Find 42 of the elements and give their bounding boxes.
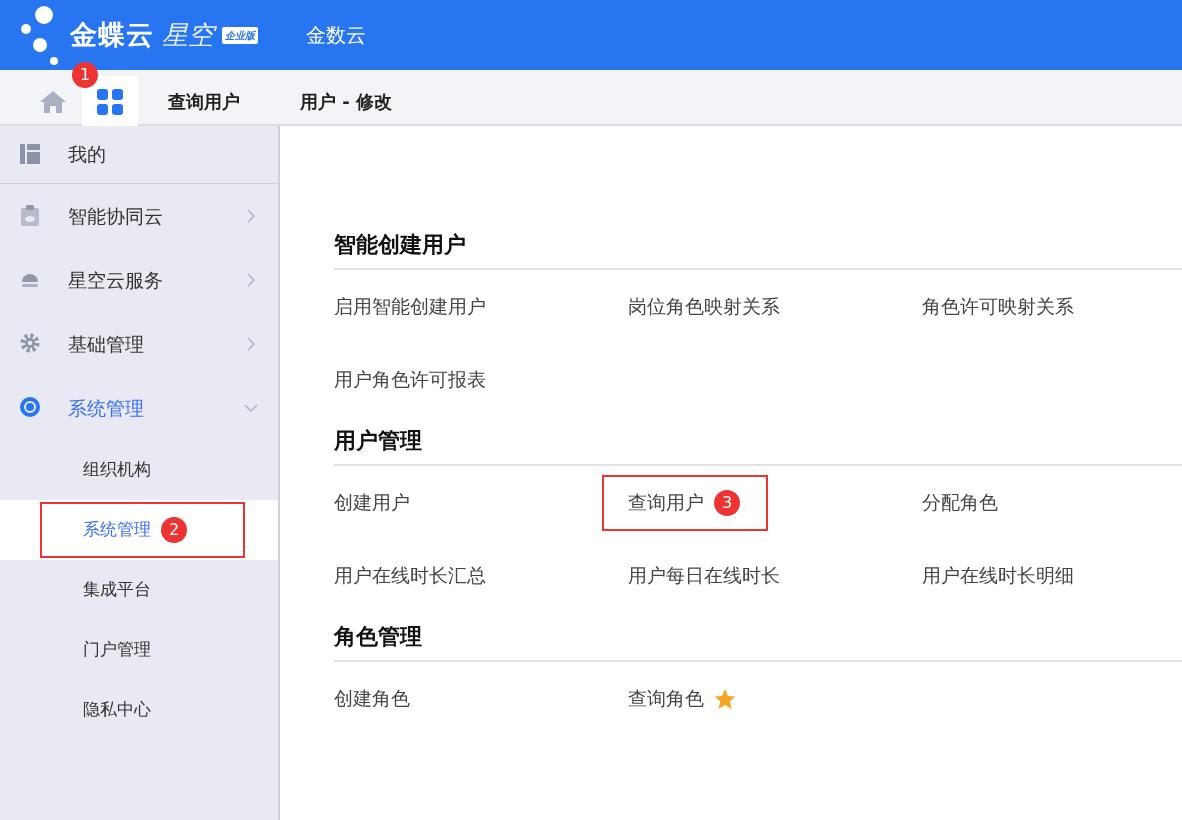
sidebar-item[interactable]: 系统管理: [0, 376, 278, 440]
page-tab[interactable]: 查询用户: [138, 76, 270, 126]
section-title: 用户管理: [334, 426, 423, 455]
app-name[interactable]: 金数云: [306, 20, 366, 50]
sidebar-item[interactable]: 智能协同云: [0, 184, 278, 248]
section-title: 智能创建用户: [334, 230, 467, 259]
gear-icon: [20, 333, 40, 355]
menu-link[interactable]: 创建用户: [334, 488, 410, 517]
menu-link[interactable]: 用户角色许可报表: [334, 365, 486, 394]
menu-link[interactable]: 用户每日在线时长: [628, 561, 780, 590]
menu-link[interactable]: 用户在线时长明细: [922, 561, 1074, 590]
callout-number-badge: 3: [714, 489, 740, 516]
sidebar-subitem[interactable]: 系统管理: [83, 517, 151, 543]
grid-icon: [97, 89, 123, 115]
section-title: 角色管理: [334, 622, 423, 651]
logo-brand-text: 金蝶云: [70, 17, 154, 52]
chevron-right-icon: [244, 273, 258, 287]
chevron-down-icon: [244, 401, 258, 415]
sidebar-subitem[interactable]: 门户管理: [83, 637, 151, 663]
sidebar-item[interactable]: 基础管理: [0, 312, 278, 376]
dashboard-icon: [20, 143, 40, 166]
sidebar-item[interactable]: 星空云服务: [0, 248, 278, 312]
chevron-right-icon: [244, 337, 258, 351]
menu-link[interactable]: 查询角色: [628, 684, 704, 713]
page-tab[interactable]: 用户 - 修改: [270, 76, 422, 126]
menu-link[interactable]: 查询用户: [628, 488, 704, 517]
menu-link[interactable]: 岗位角色映射关系: [628, 292, 780, 321]
clipboard-icon: [20, 205, 40, 227]
menu-link[interactable]: 创建角色: [334, 684, 410, 713]
menu-link[interactable]: 分配角色: [922, 488, 998, 517]
menu-link[interactable]: 启用智能创建用户: [334, 292, 486, 321]
sidebar-item[interactable]: 我的: [0, 126, 278, 184]
callout-number-badge: 2: [161, 517, 187, 543]
sidebar-subitem[interactable]: 隐私中心: [83, 697, 151, 723]
chevron-right-icon: [244, 209, 258, 223]
home-icon: [39, 89, 67, 115]
menu-link[interactable]: 角色许可映射关系: [922, 292, 1074, 321]
edition-badge: 企业版: [222, 26, 258, 44]
menu-link[interactable]: 用户在线时长汇总: [334, 561, 486, 590]
sidebar-subitem[interactable]: 集成平台: [83, 577, 151, 603]
target-icon: [20, 397, 40, 419]
sidebar-subitem[interactable]: 组织机构: [83, 457, 151, 483]
